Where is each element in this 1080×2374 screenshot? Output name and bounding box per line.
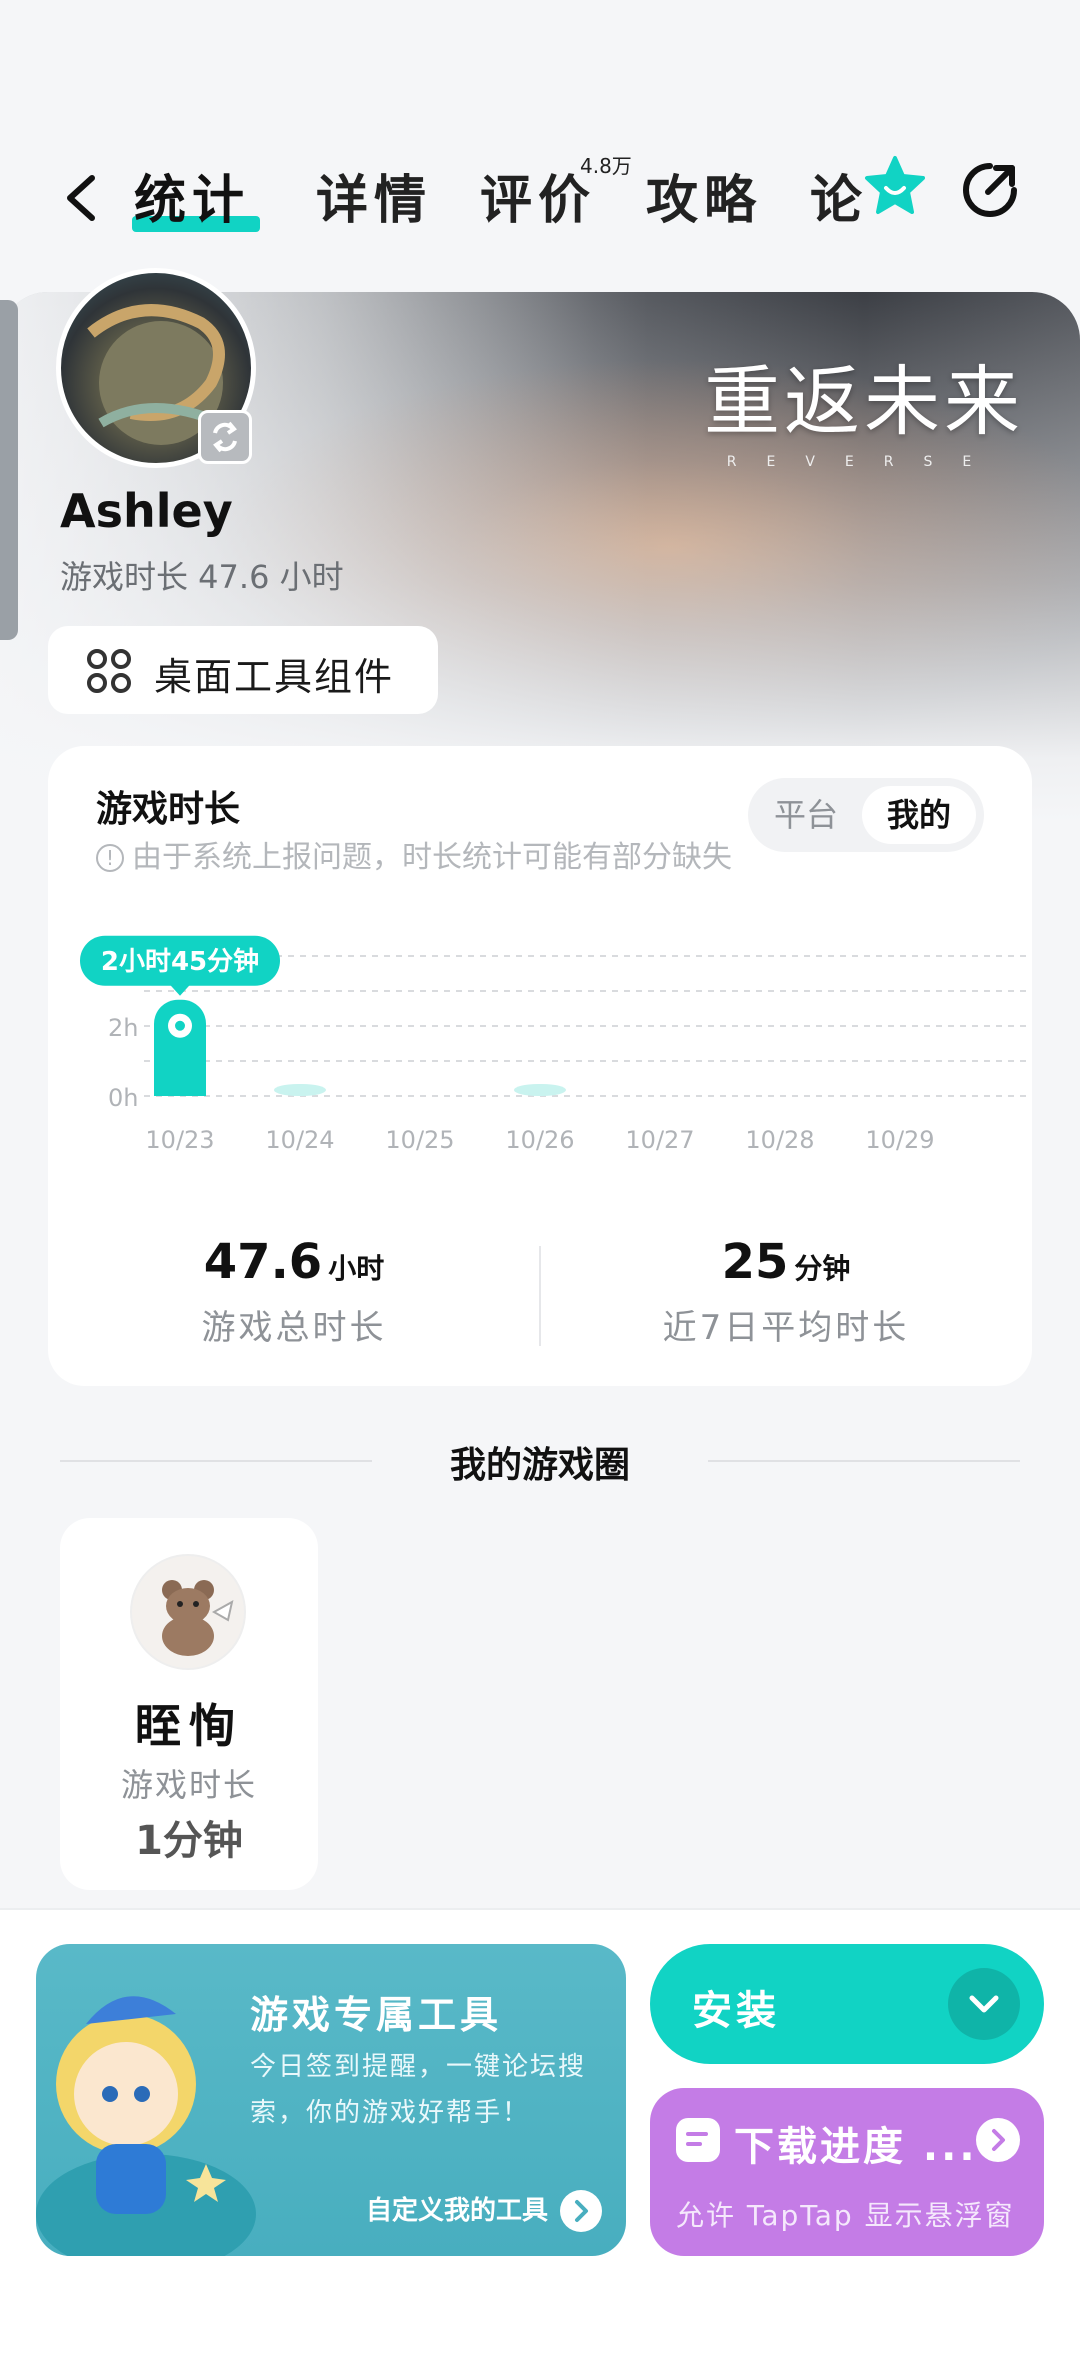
total-playtime-stat: 47.6 小时 游戏总时长 (48, 1234, 540, 1349)
toggle-platform[interactable]: 平台 (756, 786, 856, 844)
divider (708, 1460, 1020, 1462)
toggle-mine[interactable]: 我的 (862, 786, 976, 844)
total-label: 游戏总时长 (201, 1308, 387, 1348)
desktop-widget-button[interactable]: 桌面工具组件 (48, 626, 438, 714)
game-circle-time: 1分钟 (135, 1818, 243, 1864)
chart-x-tick: 10/29 (865, 1126, 934, 1154)
game-circle-name: 眰恂 (135, 1699, 243, 1753)
chart-x-tick: 10/24 (265, 1126, 334, 1154)
bottom-action-bar: 游戏专属工具 今日签到提醒，一键论坛搜索，你的游戏好帮手！ 自定义我的工具 安装… (0, 1908, 1080, 2374)
total-value: 47.6 (203, 1234, 323, 1290)
game-logo-title: 重返未来 (704, 357, 1024, 446)
playtime-bar-chart: 0h2h4h10/2310/2410/2510/2610/2710/2810/2… (80, 935, 1028, 1154)
download-progress-title: 下载进度 ... (734, 2124, 978, 2170)
average-unit: 分钟 (794, 1252, 851, 1285)
tab-forum[interactable]: 论 (810, 158, 868, 233)
chart-y-tick: 0h (108, 1084, 138, 1112)
install-button[interactable]: 安装 (650, 1944, 1044, 2064)
floating-window-permission-text: 允许 TapTap 显示悬浮窗 (676, 2199, 1015, 2232)
average-label: 近7日平均时长 (662, 1308, 910, 1348)
game-circle-title: 我的游戏圈 (449, 1445, 630, 1486)
chevron-right-icon (976, 2118, 1020, 2162)
star-icon[interactable] (862, 154, 928, 220)
chevron-down-icon (969, 1995, 999, 2013)
side-drawer-handle[interactable] (0, 300, 18, 640)
widget-grid-icon (87, 649, 131, 693)
chart-highlight-label: 2小时45分钟 (101, 946, 259, 977)
total-unit: 小时 (328, 1252, 385, 1285)
tools-description: 今日签到提醒，一键论坛搜索，你的游戏好帮手！ (250, 2052, 587, 2128)
share-icon[interactable] (960, 160, 1020, 220)
game-circle-sub: 游戏时长 (120, 1766, 257, 1804)
game-tools-card[interactable]: 游戏专属工具 今日签到提醒，一键论坛搜索，你的游戏好帮手！ 自定义我的工具 (36, 1944, 626, 2256)
back-arrow-icon[interactable] (58, 172, 104, 224)
chevron-right-icon (560, 2190, 602, 2232)
chart-bar (274, 1084, 326, 1096)
stats-title: 游戏时长 (96, 789, 241, 830)
reviews-count-badge: 4.8万 (580, 154, 632, 178)
install-options-button[interactable] (948, 1968, 1020, 2040)
download-progress-button[interactable]: 下载进度 ... 允许 TapTap 显示悬浮窗 (650, 2088, 1044, 2256)
chart-x-tick: 10/25 (385, 1126, 454, 1154)
customize-tools-label: 自定义我的工具 (365, 2195, 548, 2226)
chart-x-tick: 10/28 (745, 1126, 814, 1154)
game-circle-item[interactable]: 眰恂 游戏时长 1分钟 (60, 1518, 318, 1890)
info-icon: ! (96, 844, 124, 872)
game-circle-header: 我的游戏圈 (60, 1436, 1020, 1486)
desktop-widget-label: 桌面工具组件 (154, 655, 395, 699)
tab-details[interactable]: 详情 (316, 158, 432, 233)
average-playtime-stat: 25 分钟 近7日平均时长 (540, 1234, 1032, 1349)
chart-bar (514, 1084, 566, 1096)
chart-x-tick: 10/27 (625, 1126, 694, 1154)
total-playtime-text: 游戏时长 47.6 小时 (60, 558, 344, 596)
chart-y-tick: 2h (108, 1014, 138, 1042)
source-toggle: 平台 我的 (748, 778, 984, 852)
tab-stats[interactable]: 统计 (134, 158, 250, 233)
game-logo-subtitle: REVERSE (726, 454, 1002, 470)
tools-title: 游戏专属工具 (250, 1993, 503, 2037)
top-nav: 统计 详情 评价 4.8万 攻略 论 (0, 140, 1080, 250)
mascot-icon (36, 1996, 256, 2256)
customize-tools-link[interactable]: 自定义我的工具 (365, 2190, 602, 2232)
install-label: 安装 (692, 1988, 780, 2034)
stats-note-text: 由于系统上报问题，时长统计可能有部分缺失 (132, 840, 732, 875)
stats-note: ! 由于系统上报问题，时长统计可能有部分缺失 (96, 832, 732, 876)
chart-x-tick: 10/26 (505, 1126, 574, 1154)
chart-x-tick: 10/23 (145, 1126, 214, 1154)
switch-avatar-button[interactable] (198, 410, 252, 464)
chart-bar-base (154, 1070, 206, 1096)
game-logo: 重返未来 REVERSE (704, 340, 1024, 470)
bear-icon (130, 1554, 246, 1670)
username: Ashley (60, 484, 233, 538)
tab-guides[interactable]: 攻略 (646, 158, 762, 233)
floating-window-icon (676, 2118, 720, 2162)
tab-reviews[interactable]: 评价 (480, 158, 596, 233)
totals-row: 47.6 小时 游戏总时长 25 分钟 近7日平均时长 (48, 1234, 1032, 1354)
swap-icon (213, 421, 237, 453)
chart-highlight-dot-inner (175, 1020, 185, 1031)
bear-avatar-icon (162, 1580, 234, 1656)
average-value: 25 (721, 1234, 789, 1290)
playtime-stats-card: 游戏时长 !由于系统上报问题，时长统计可能有部分缺失 平台 我的 0h2h4h1… (48, 746, 1032, 1386)
